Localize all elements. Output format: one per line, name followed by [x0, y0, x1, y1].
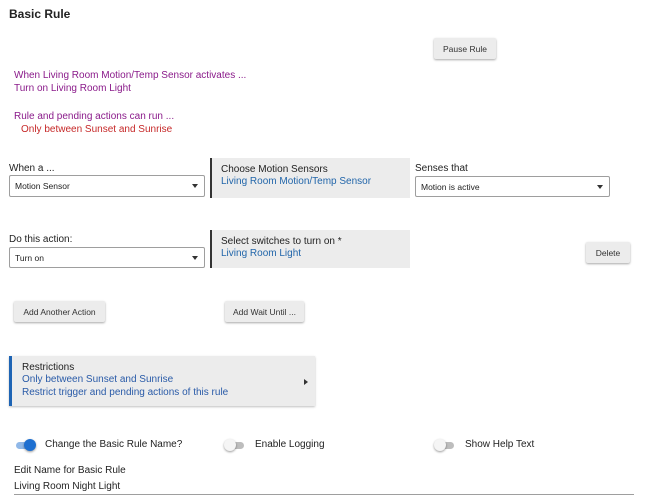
restrictions-panel[interactable]: Restrictions Only between Sunset and Sun…	[9, 356, 315, 406]
summary-conditions-text: Rule and pending actions can run ...	[14, 111, 175, 122]
restrictions-title: Restrictions	[22, 362, 75, 373]
action-select[interactable]: Turn on	[9, 247, 205, 268]
motion-sensor-selector-title: Choose Motion Sensors	[221, 164, 328, 175]
senses-value: Motion is active	[421, 181, 480, 192]
trigger-type-select[interactable]: Motion Sensor	[9, 175, 205, 197]
rule-name-label: Edit Name for Basic Rule	[14, 465, 126, 476]
senses-label: Senses that	[415, 163, 468, 174]
chevron-down-icon	[192, 184, 198, 188]
page-title: Basic Rule	[9, 7, 71, 21]
logging-toggle[interactable]	[224, 439, 246, 451]
restrictions-line-2: Restrict trigger and pending actions of …	[22, 387, 229, 398]
chevron-down-icon	[597, 184, 603, 189]
restrictions-line-1: Only between Sunset and Sunrise	[22, 374, 174, 385]
action-value: Turn on	[15, 252, 44, 263]
rule-name-input[interactable]: Living Room Night Light	[14, 481, 120, 492]
chevron-right-icon	[304, 379, 308, 385]
senses-select[interactable]: Motion is active	[415, 176, 610, 197]
switch-selector-value: Living Room Light	[221, 248, 302, 259]
delete-action-button[interactable]: Delete	[586, 242, 630, 263]
trigger-type-value: Motion Sensor	[15, 181, 70, 191]
add-wait-button[interactable]: Add Wait Until ...	[225, 301, 304, 322]
rule-name-underline	[14, 494, 634, 495]
help-text-toggle[interactable]	[434, 439, 456, 451]
add-action-button[interactable]: Add Another Action	[14, 301, 105, 322]
logging-toggle-label: Enable Logging	[255, 439, 325, 450]
rename-toggle-label: Change the Basic Rule Name?	[45, 439, 183, 450]
trigger-type-label: When a ...	[9, 163, 55, 174]
pause-rule-button[interactable]: Pause Rule	[434, 38, 496, 59]
chevron-down-icon	[192, 255, 198, 260]
switch-selector[interactable]: Select switches to turn on * Living Room…	[210, 230, 410, 268]
summary-trigger-text: When Living Room Motion/Temp Sensor acti…	[14, 70, 247, 81]
motion-sensor-selector[interactable]: Choose Motion Sensors Living Room Motion…	[210, 158, 410, 198]
summary-restriction-text: Only between Sunset and Sunrise	[21, 124, 173, 135]
help-text-toggle-label: Show Help Text	[465, 439, 535, 450]
summary-action-text: Turn on Living Room Light	[14, 83, 131, 94]
motion-sensor-selector-value: Living Room Motion/Temp Sensor	[221, 176, 372, 187]
switch-selector-title: Select switches to turn on *	[221, 236, 342, 247]
action-label: Do this action:	[9, 234, 73, 245]
rename-toggle[interactable]	[14, 439, 36, 451]
